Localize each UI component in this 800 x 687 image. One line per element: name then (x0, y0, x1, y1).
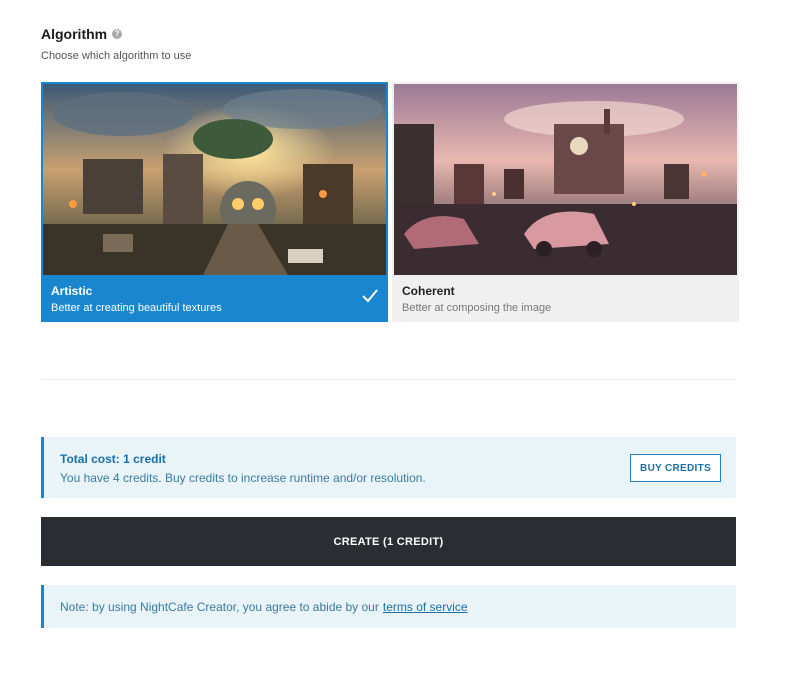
cost-panel: Total cost: 1 credit You have 4 credits.… (41, 437, 736, 498)
create-button[interactable]: CREATE (1 CREDIT) (41, 517, 736, 566)
check-icon (362, 289, 378, 303)
algorithm-title-text: Algorithm (41, 26, 108, 42)
coherent-preview-image (394, 84, 737, 275)
terms-of-service-link[interactable]: terms of service (383, 600, 468, 614)
coherent-description: Better at composing the image (402, 302, 552, 314)
help-icon[interactable]: ? (112, 29, 123, 39)
artistic-label: Artistic (51, 284, 93, 298)
artistic-description: Better at creating beautiful textures (51, 302, 222, 314)
algorithm-option-coherent[interactable]: Coherent Better at composing the image (392, 82, 739, 322)
terms-note-text: Note: by using NightCafe Creator, you ag… (60, 599, 379, 614)
section-divider (41, 379, 736, 380)
terms-note: Note: by using NightCafe Creator, you ag… (41, 585, 736, 628)
coherent-label: Coherent (402, 284, 455, 298)
credits-info: You have 4 credits. Buy credits to incre… (60, 471, 426, 485)
artistic-preview-image (43, 84, 386, 275)
algorithm-title: Algorithm ? (41, 26, 123, 42)
total-cost-title: Total cost: 1 credit (60, 452, 166, 466)
algorithm-subtitle: Choose which algorithm to use (41, 50, 192, 62)
buy-credits-button[interactable]: BUY CREDITS (630, 454, 721, 482)
algorithm-option-artistic[interactable]: Artistic Better at creating beautiful te… (41, 82, 388, 322)
